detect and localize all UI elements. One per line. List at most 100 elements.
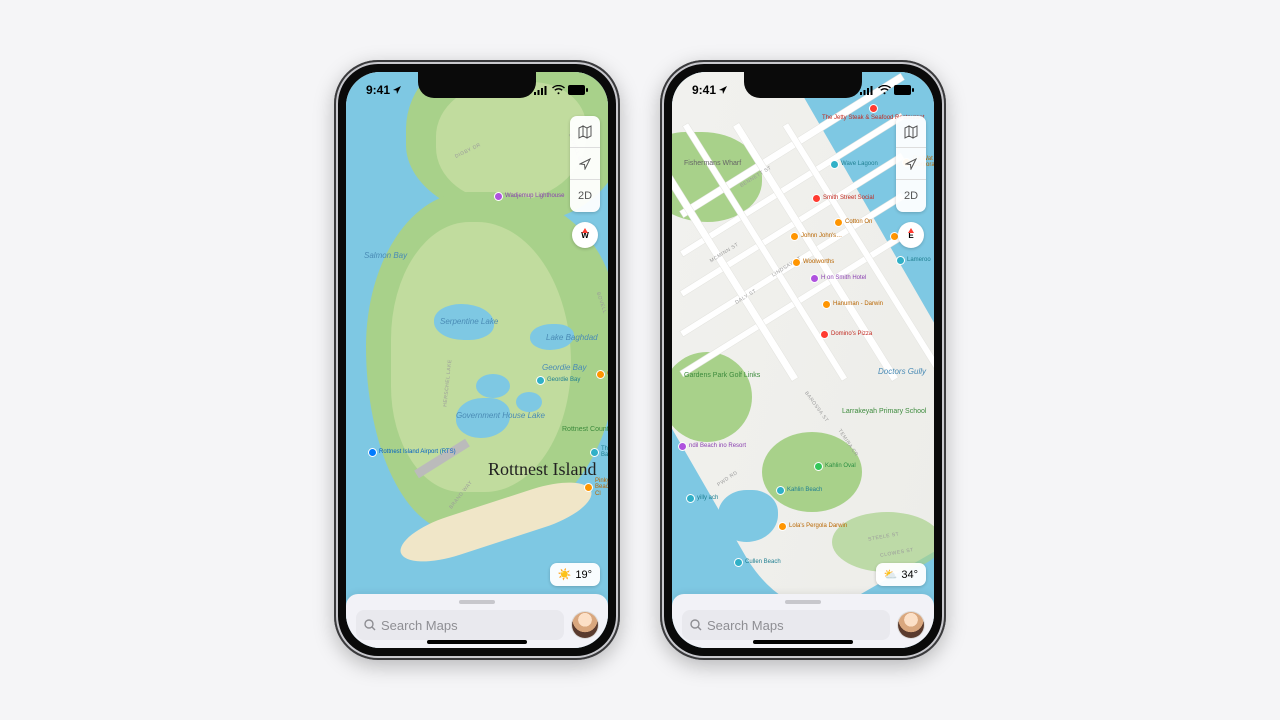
poi[interactable]: H on Smith Hotel [810,274,866,283]
weather-temp: 19° [575,569,592,581]
map-canvas-rottnest[interactable]: Rottnest Island Salmon Bay Serpentine Lak… [346,72,608,648]
map-style-button[interactable] [570,116,600,148]
compass-button[interactable]: W [572,222,598,248]
location-icon [392,85,402,95]
poi-label: Hanuman - Darwin [833,301,883,307]
notch [418,72,536,98]
poi-icon [776,486,785,495]
poi[interactable]: The Bas [590,446,608,459]
poi[interactable]: Smith Street Social [812,194,874,203]
search-input[interactable]: Search Maps [682,610,890,640]
map-controls: 2D [570,116,600,212]
poi[interactable]: Johnn John's… [790,232,842,241]
poi-label: Pinky's Beach Cl [595,478,608,497]
profile-avatar[interactable] [572,612,598,638]
place-label-main: Rottnest Island [488,460,597,479]
map-label: Doctors Gully [878,368,926,376]
view-2d-button[interactable]: 2D [570,180,600,212]
screen: 9:41 [672,72,934,648]
poi-icon [590,448,599,457]
poi-icon [814,462,823,471]
search-icon [364,619,376,631]
poi-label: Kahlin Beach [787,487,822,493]
locate-button[interactable] [570,148,600,180]
poi[interactable]: Geo [596,370,608,379]
poi[interactable]: Pinky's Beach Cl [584,478,608,497]
poi-icon [536,376,545,385]
poi[interactable]: Hanuman - Darwin [822,300,883,309]
poi[interactable]: Kahlin Oval [814,462,856,471]
poi-label: Smith Street Social [823,195,874,201]
poi-icon [830,160,839,169]
weather-icon: ☀️ [558,568,572,581]
map-label: Serpentine Lake [440,318,498,326]
status-time: 9:41 [692,83,716,97]
view-2d-button[interactable]: 2D [896,180,926,212]
location-arrow-icon [905,158,917,170]
poi[interactable]: ndil Beach ino Resort [678,442,746,451]
map-label: Lake Baghdad [546,334,598,342]
poi-icon [494,192,503,201]
locate-button[interactable] [896,148,926,180]
poi-label: Kahlin Oval [825,463,856,469]
poi-label: The Bas [601,446,608,459]
poi[interactable]: Rottnest Island Airport (RTS) [368,448,456,457]
signal-icon [860,85,875,95]
phone-rottnest: 9:41 [334,60,620,660]
sheet-grabber[interactable] [459,600,495,604]
poi-icon [584,483,593,492]
battery-icon [894,85,914,95]
poi-label: Lola's Pergola Darwin [789,523,847,529]
compass-label: W [581,231,589,240]
poi-icon [678,442,687,451]
map-canvas-darwin[interactable]: Doctors GullyGardens Park Golf LinksLarr… [672,72,934,648]
poi-icon [368,448,377,457]
sheet-grabber[interactable] [785,600,821,604]
poi-label: Wadjemup Lighthouse [505,193,564,199]
poi-label: Geo [607,371,608,377]
poi-icon [686,494,695,503]
screen: 9:41 [346,72,608,648]
map-label: Geordie Bay [542,364,586,372]
phone-darwin: 9:41 [660,60,946,660]
poi[interactable]: Geordie Bay [536,376,580,385]
search-input[interactable]: Search Maps [356,610,564,640]
compass-label: E [908,231,913,240]
profile-avatar[interactable] [898,612,924,638]
home-indicator [427,640,527,644]
poi-label: H on Smith Hotel [821,275,866,281]
poi-icon [734,558,743,567]
poi[interactable]: Wadjemup Lighthouse [494,192,564,201]
poi[interactable]: Lameroo [896,256,931,265]
poi-icon [896,256,905,265]
poi-icon [820,330,829,339]
poi-icon [790,232,799,241]
poi-icon [596,370,605,379]
poi[interactable]: Cullen Beach [734,558,781,567]
poi-label: Lameroo [907,257,931,263]
weather-pill[interactable]: ⛅ 34° [876,563,926,586]
map-label: Fishermans Wharf [684,160,741,167]
poi[interactable]: Kahlin Beach [776,486,822,495]
poi-icon [778,522,787,531]
map-label: Salmon Bay [364,252,407,260]
poi-label: Domino's Pizza [831,331,872,337]
poi-label: Rottnest Island Airport (RTS) [379,449,456,455]
compass-button[interactable]: E [898,222,924,248]
search-icon [690,619,702,631]
weather-pill[interactable]: ☀️ 19° [550,563,600,586]
poi-label: Wave Lagoon [841,161,878,167]
poi[interactable]: Wave Lagoon [830,160,878,169]
poi-label: Johnn John's… [801,233,842,239]
wifi-icon [552,85,565,95]
location-icon [718,85,728,95]
poi[interactable]: Woolworths [792,258,834,267]
poi[interactable]: Cotton On [834,218,872,227]
poi-icon [792,258,801,267]
map-style-button[interactable] [896,116,926,148]
poi[interactable]: Domino's Pizza [820,330,872,339]
poi[interactable]: yilly ach [686,494,718,503]
map-icon [904,125,918,139]
poi-label: Geordie Bay [547,377,580,383]
poi[interactable]: Lola's Pergola Darwin [778,522,847,531]
